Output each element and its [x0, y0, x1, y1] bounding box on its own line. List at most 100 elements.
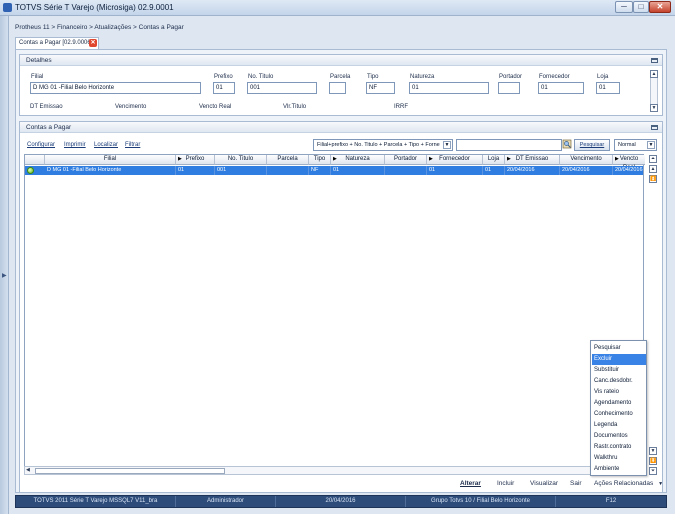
label-irrf: IRRF	[394, 104, 408, 110]
titles-grid[interactable]: Filial ▶ Prefixo No. Titulo Parcela Tipo …	[24, 154, 645, 475]
index-order-select[interactable]: Filial+prefixo + No. Titulo + Parcela + …	[313, 139, 453, 151]
link-imprimir[interactable]: Imprimir	[64, 142, 86, 148]
scroll-left-icon[interactable]: ◀	[26, 467, 30, 473]
label-vencimento: Vencimento	[115, 104, 147, 110]
app-icon	[3, 3, 12, 12]
cell-prefixo[interactable]: 01	[176, 166, 215, 175]
menu-item-substituir[interactable]: Substituir	[592, 365, 646, 376]
label-portador: Portador	[499, 74, 523, 80]
status-user: Administrador	[176, 496, 276, 507]
chevron-down-icon: ▼	[658, 481, 664, 487]
menu-item-conhecimento[interactable]: Conhecimento	[592, 409, 646, 420]
grid-header-filial[interactable]: Filial	[45, 155, 176, 165]
view-mode-value: Normal	[618, 142, 636, 148]
tab-close-icon[interactable]: ✕	[89, 39, 97, 47]
cell-dt-emissao[interactable]: 20/04/2016	[505, 166, 560, 175]
menu-item-legenda[interactable]: Legenda	[592, 420, 646, 431]
field-no-titulo[interactable]: 001	[247, 82, 317, 94]
grid-header-vencto-real[interactable]: ▶Vencto Real	[613, 155, 645, 171]
field-parcela[interactable]	[329, 82, 346, 94]
search-lens-icon[interactable]	[562, 138, 572, 150]
move-bottom-icon[interactable]: ⏷	[649, 467, 657, 475]
search-input[interactable]	[456, 139, 562, 151]
horizontal-scroll-thumb[interactable]	[35, 468, 225, 474]
menu-item-documentos[interactable]: Documentos	[592, 431, 646, 442]
grid-header-tipo[interactable]: Tipo	[309, 155, 331, 165]
cell-parcela[interactable]	[267, 166, 309, 175]
cell-tipo[interactable]: NF	[309, 166, 331, 175]
field-loja[interactable]: 01	[596, 82, 620, 94]
grid-header-portador[interactable]: Portador	[385, 155, 427, 165]
contas-title: Contas a Pagar	[26, 124, 72, 131]
menu-item-rastr-contrato[interactable]: Rastr.contrato	[592, 442, 646, 453]
cell-no-titulo[interactable]: 001	[215, 166, 267, 175]
grid-header-fornecedor[interactable]: ▶ Fornecedor	[427, 155, 483, 165]
cell-portador[interactable]	[385, 166, 427, 175]
move-down-icon[interactable]: ▼	[649, 447, 657, 455]
grid-header-no-titulo[interactable]: No. Titulo	[215, 155, 267, 165]
link-localizar[interactable]: Localizar	[94, 142, 118, 148]
status-key: F12	[605, 498, 617, 504]
expand-arrow-icon[interactable]: ▶	[2, 272, 7, 279]
grid-header-loja[interactable]: Loja	[483, 155, 505, 165]
menu-item-ambiente[interactable]: Ambiente	[592, 464, 646, 475]
details-scroll-down-icon[interactable]: ▼	[650, 104, 658, 112]
grid-header-parcela[interactable]: Parcela	[267, 155, 309, 165]
move-first-icon[interactable]: ⏫	[649, 175, 657, 183]
grid-header-natureza[interactable]: ▶ Natureza	[331, 155, 385, 165]
field-prefixo[interactable]: 01	[213, 82, 235, 94]
pesquisar-button[interactable]: Pesquisar	[574, 139, 610, 151]
menu-item-agendamento[interactable]: Agendamento	[592, 398, 646, 409]
view-mode-select[interactable]: Normal ▼	[614, 139, 657, 151]
cell-loja[interactable]: 01	[483, 166, 505, 175]
visualizar-button[interactable]: Visualizar	[530, 480, 558, 487]
move-last-icon[interactable]: ⏬	[649, 457, 657, 465]
minimize-button[interactable]: ─	[615, 1, 633, 13]
window-title-bar: TOTVS Série T Varejo (Microsiga) 02.9.00…	[0, 0, 675, 16]
close-window-button[interactable]: ✕	[649, 1, 671, 13]
alterar-button[interactable]: Alterar	[460, 480, 481, 487]
chevron-down-icon[interactable]: ▼	[647, 141, 655, 149]
status-bar: TOTVS 2011 Série T Varejo MSSQL7 V11_bra…	[15, 495, 667, 508]
label-prefixo: Prefixo	[214, 74, 233, 80]
field-filial[interactable]: D MG 01 -Filial Belo Horizonte	[30, 82, 201, 94]
field-natureza[interactable]: 01	[409, 82, 489, 94]
incluir-button[interactable]: Incluir	[497, 480, 514, 487]
grid-header-dt-emissao[interactable]: ▶ DT Emissao	[505, 155, 560, 165]
field-tipo[interactable]: NF	[366, 82, 395, 94]
move-top-icon[interactable]: ⏶	[649, 155, 657, 163]
menu-item-canc-desdobr[interactable]: Canc.desdobr.	[592, 376, 646, 387]
grid-header-prefixo[interactable]: ▶ Prefixo	[176, 155, 215, 165]
move-up-icon[interactable]: ▲	[649, 165, 657, 173]
maximize-button[interactable]: □	[633, 1, 649, 13]
link-configurar[interactable]: Configurar	[27, 142, 55, 148]
label-filial: Filial	[31, 74, 44, 80]
chevron-down-icon[interactable]: ▼	[443, 141, 451, 149]
collapse-details-icon[interactable]	[651, 58, 658, 63]
details-scroll-up-icon[interactable]: ▲	[650, 70, 658, 78]
field-fornecedor[interactable]: 01	[538, 82, 584, 94]
cell-vencimento[interactable]: 20/04/2016	[560, 166, 613, 175]
cell-filial[interactable]: D MG 01 -Filial Belo Horizonte	[45, 166, 176, 175]
cell-natureza[interactable]: 01	[331, 166, 385, 175]
menu-item-walkthru[interactable]: Walkthru	[592, 453, 646, 464]
field-portador[interactable]	[498, 82, 520, 94]
sair-button[interactable]: Sair	[570, 480, 582, 487]
menu-item-vis-rateio[interactable]: Vis rateio	[592, 387, 646, 398]
cell-fornecedor[interactable]: 01	[427, 166, 483, 175]
grid-header-vencimento[interactable]: Vencimento	[560, 155, 613, 165]
acoes-relacionadas-button[interactable]: Ações Relacionadas ▼	[594, 480, 663, 487]
menu-item-pesquisar[interactable]: Pesquisar	[592, 343, 646, 354]
link-filtrar[interactable]: Filtrar	[125, 142, 140, 148]
label-vencto-real: Vencto Real	[199, 104, 232, 110]
label-vlr-titulo: Vlr.Titulo	[283, 104, 307, 110]
menu-item-excluir[interactable]: Excluir	[592, 354, 646, 365]
collapse-contas-icon[interactable]	[651, 125, 658, 130]
cell-vencto-real[interactable]: 20/04/2016	[613, 166, 643, 175]
grid-horizontal-scrollbar[interactable]: ◀ ▶	[24, 466, 644, 475]
status-company: Grupo Totvs 10 / Filial Belo Horizonte	[406, 496, 556, 507]
details-header: Detalhes	[20, 55, 662, 66]
tab-contas-a-pagar[interactable]: Contas a Pagar [02.9.0006]	[15, 37, 99, 49]
left-menu-strip[interactable]: ▶	[0, 16, 9, 514]
related-actions-menu: Pesquisar Excluir Substituir Canc.desdob…	[590, 340, 647, 476]
